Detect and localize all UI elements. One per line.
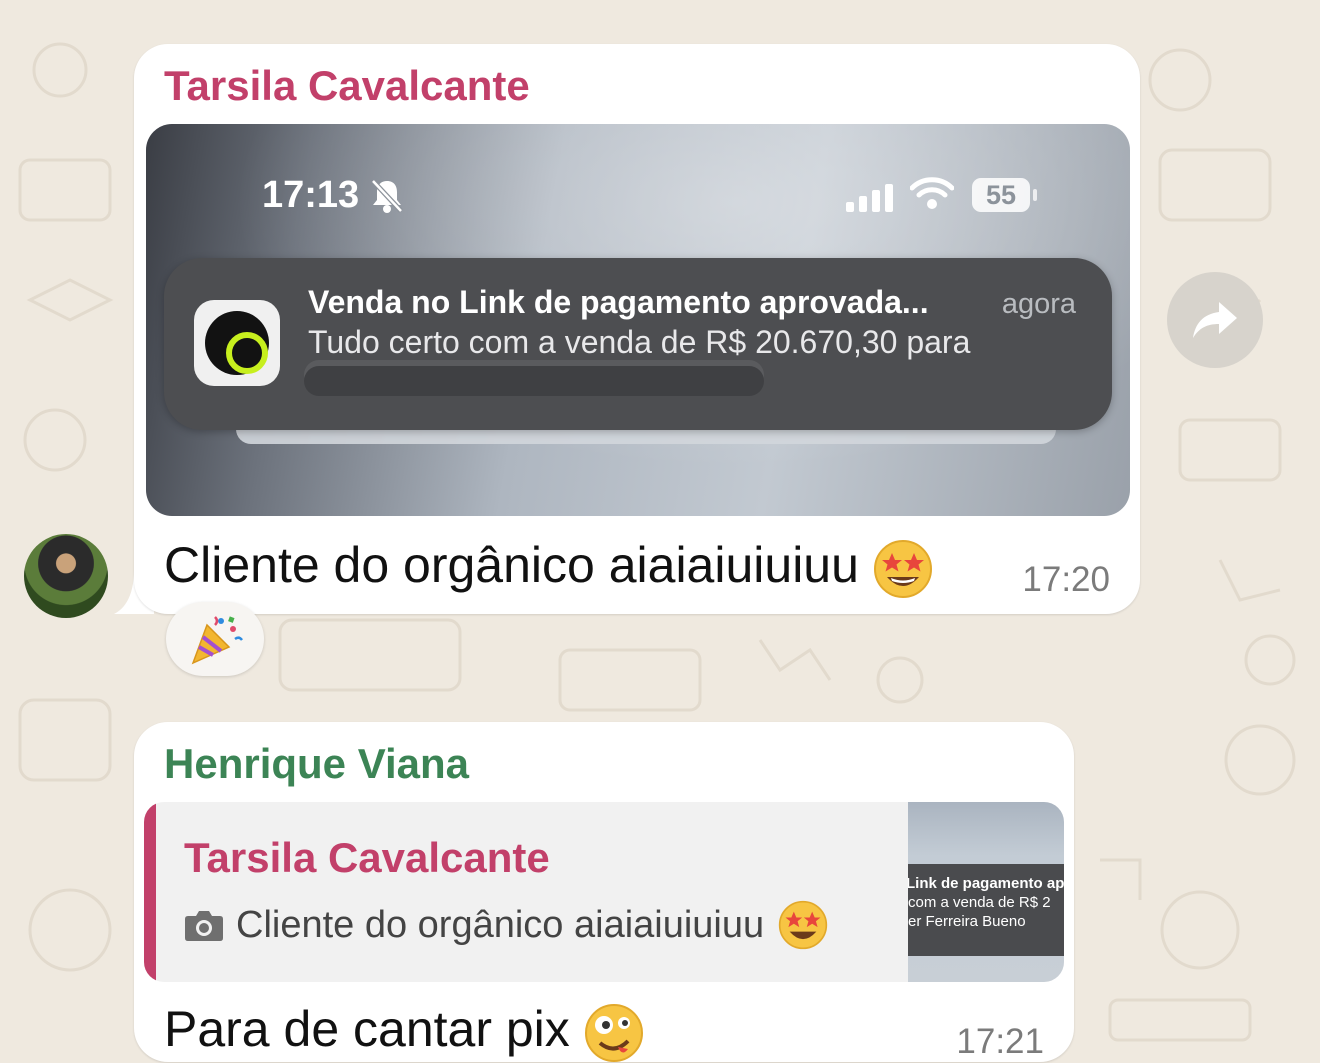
message-caption: Para de cantar pix	[164, 1001, 570, 1057]
star-struck-emoji	[778, 900, 828, 950]
message-bubble[interactable]: Tarsila Cavalcante 17:13 55 Venda no Lin…	[134, 44, 1140, 614]
message-caption: Cliente do orgânico aiaiaiuiuiuu	[164, 537, 859, 593]
signal-icon	[846, 184, 893, 212]
message-text: Cliente do orgânico aiaiaiuiuiuu	[164, 536, 933, 599]
message-reaction[interactable]	[166, 602, 264, 676]
thumb-line: com a venda de R$ 2	[908, 894, 1051, 911]
notification-time: agora	[1001, 288, 1076, 320]
app-icon	[194, 300, 280, 386]
notification-body: Tudo certo com a venda de R$ 20.670,30 p…	[308, 324, 971, 360]
thumb-line: Link de pagamento ap	[908, 875, 1064, 892]
thumbnail-notification: Link de pagamento ap com a venda de R$ 2…	[908, 864, 1064, 956]
quote-text: Cliente do orgânico aiaiaiuiuiuu	[184, 900, 828, 950]
message-time: 17:21	[956, 1022, 1044, 1061]
wifi-icon	[910, 177, 954, 209]
thumb-line: er Ferreira Bueno	[908, 913, 1026, 930]
sender-name[interactable]: Henrique Viana	[164, 740, 469, 788]
notification-title: Venda no Link de pagamento aprovada...	[308, 284, 929, 320]
zany-face-emoji	[584, 1003, 643, 1062]
sender-name[interactable]: Tarsila Cavalcante	[164, 62, 530, 110]
quote-caption: Cliente do orgânico aiaiaiuiuiuu	[236, 903, 765, 946]
camera-icon	[185, 911, 223, 941]
status-time: 17:13	[262, 174, 360, 216]
image-attachment[interactable]: 17:13 55 Venda no Link de pagamento apro…	[146, 124, 1130, 516]
message-text: Para de cantar pix	[164, 1000, 644, 1063]
quoted-message[interactable]: Tarsila Cavalcante Cliente do orgânico a…	[144, 802, 1064, 982]
battery-tip	[1033, 189, 1037, 201]
battery-level: 55	[972, 178, 1030, 212]
payment-notification: Venda no Link de pagamento aprovada... a…	[164, 258, 1112, 430]
quote-sender: Tarsila Cavalcante	[184, 834, 550, 881]
quote-thumbnail: Link de pagamento ap com a venda de R$ 2…	[908, 802, 1064, 982]
quote-bar	[144, 802, 156, 982]
redacted-scribble	[304, 366, 764, 396]
message-bubble[interactable]: Henrique Viana Tarsila Cavalcante Client…	[134, 722, 1074, 1062]
forward-button[interactable]	[1167, 272, 1263, 368]
star-struck-emoji	[873, 539, 932, 598]
avatar[interactable]	[24, 534, 108, 618]
forward-arrow-icon	[1193, 302, 1237, 338]
bell-slash-icon	[371, 179, 403, 213]
message-time: 17:20	[1022, 560, 1110, 599]
party-popper-emoji	[191, 616, 243, 665]
